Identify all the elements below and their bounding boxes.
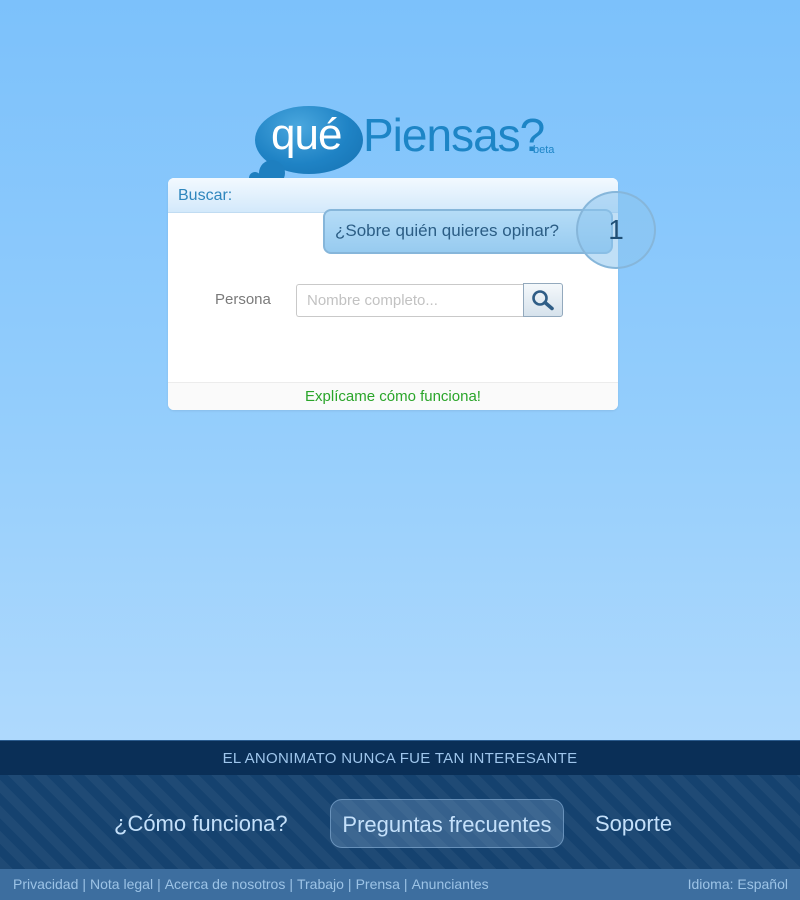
nav-faq[interactable]: Preguntas frecuentes — [330, 799, 564, 848]
legal-links-bar: Privacidad | Nota legal | Acerca de nosotros… — [0, 869, 800, 900]
link-legal-notice[interactable]: Nota legal — [90, 876, 153, 892]
person-field-label: Persona — [215, 291, 271, 308]
legal-links: Privacidad | Nota legal | Acerca de nosotros… — [13, 876, 489, 892]
nav-how-it-works[interactable]: ¿Cómo funciona? — [114, 799, 288, 848]
person-search-input[interactable] — [296, 284, 524, 317]
logo-que-text: qué — [271, 110, 342, 159]
language-selector[interactable]: Idioma: Español — [688, 869, 788, 900]
footer-nav: ¿Cómo funciona? Preguntas frecuentes Sop… — [0, 775, 800, 869]
nav-support[interactable]: Soporte — [595, 799, 672, 848]
help-link[interactable]: Explícame cómo funciona! — [168, 382, 618, 410]
link-advertisers[interactable]: Anunciantes — [412, 876, 489, 892]
hint-tooltip: ¿Sobre quién quieres opinar? — [323, 209, 613, 254]
link-privacy[interactable]: Privacidad — [13, 876, 78, 892]
link-about-us[interactable]: Acerca de nosotros — [165, 876, 286, 892]
magnifier-icon — [532, 290, 554, 311]
search-panel-header: Buscar: — [168, 178, 618, 213]
site-logo[interactable]: qué Piensas? beta — [247, 104, 577, 188]
link-jobs[interactable]: Trabajo — [297, 876, 344, 892]
logo-piensas-text: Piensas? — [363, 109, 545, 161]
step-number-badge: 1 — [576, 191, 656, 269]
hint-tooltip-text: ¿Sobre quién quieres opinar? — [335, 221, 559, 240]
logo-beta-label: beta — [533, 144, 555, 156]
link-press[interactable]: Prensa — [356, 876, 400, 892]
slogan-bar: EL ANONIMATO NUNCA FUE TAN INTERESANTE — [0, 740, 800, 775]
search-button[interactable] — [523, 283, 563, 317]
